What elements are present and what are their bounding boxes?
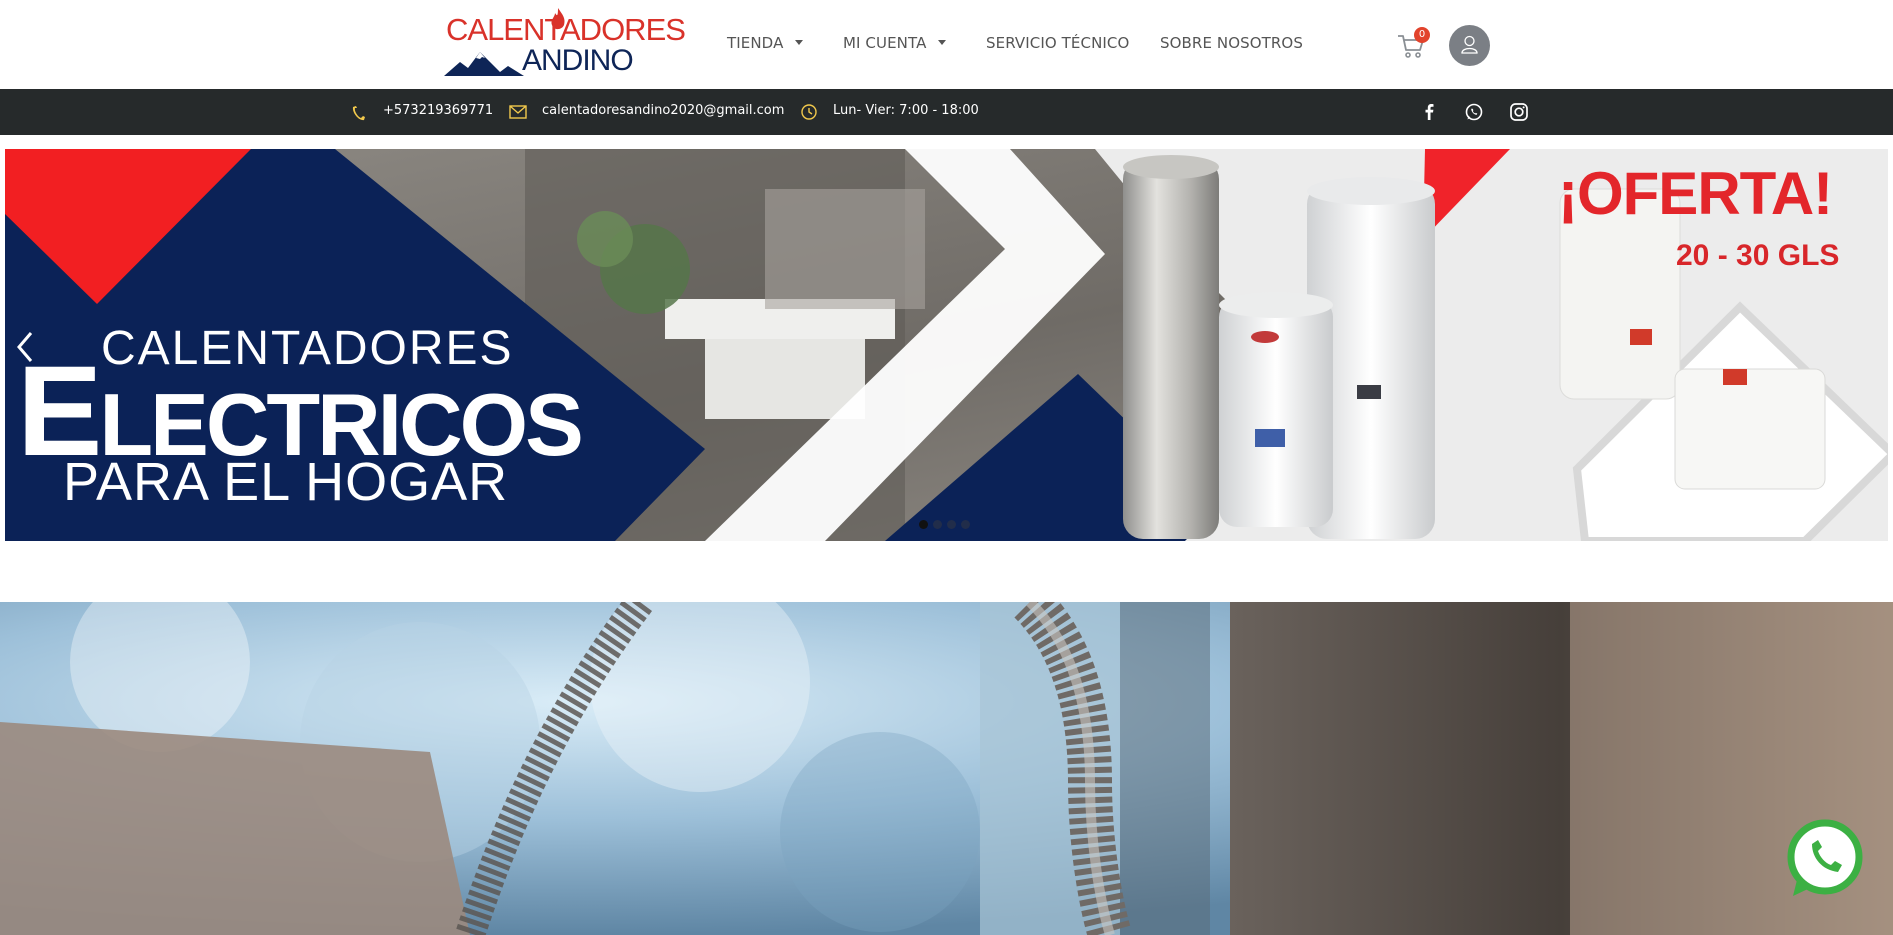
nav-item-servicio-tecnico[interactable]: SERVICIO TÉCNICO bbox=[986, 34, 1129, 52]
mountain-icon bbox=[444, 52, 524, 76]
brand-logo[interactable]: CALENTADORES ANDINO bbox=[444, 8, 686, 76]
nav-item-label: MI CUENTA bbox=[843, 34, 927, 52]
flame-icon bbox=[551, 8, 565, 30]
slider-dot[interactable] bbox=[961, 520, 970, 529]
nav-item-mi-cuenta[interactable]: MI CUENTA bbox=[843, 34, 947, 52]
nav-item-sobre-nosotros[interactable]: SOBRE NOSOTROS bbox=[1160, 34, 1303, 52]
hero-image bbox=[0, 602, 1893, 935]
nav-item-label: SERVICIO TÉCNICO bbox=[986, 34, 1130, 52]
contact-bar: +573219369771 calentadoresandino2020@gma… bbox=[0, 89, 1893, 135]
phone-icon bbox=[352, 106, 365, 121]
user-icon bbox=[1461, 35, 1478, 54]
clock-icon bbox=[801, 104, 817, 120]
facebook-icon[interactable] bbox=[1418, 101, 1440, 123]
banner-offer-subtitle: 20 - 30 GLS bbox=[1676, 239, 1840, 272]
slider-dot[interactable] bbox=[947, 520, 956, 529]
site-header: CALENTADORES ANDINO TIENDA MI CUENTA SER… bbox=[0, 0, 1893, 89]
account-button[interactable] bbox=[1449, 25, 1490, 66]
whatsapp-icon[interactable] bbox=[1463, 101, 1485, 123]
slider-dot[interactable] bbox=[919, 520, 928, 529]
banner-title-line-3: PARA EL HOGAR bbox=[63, 452, 509, 512]
logo-line-2: ANDINO bbox=[522, 44, 634, 77]
contact-email[interactable]: calentadoresandino2020@gmail.com bbox=[542, 103, 784, 118]
instagram-icon[interactable] bbox=[1508, 101, 1530, 123]
mail-icon bbox=[509, 105, 527, 119]
nav-item-label: TIENDA bbox=[727, 34, 784, 52]
chevron-down-icon bbox=[795, 40, 804, 45]
chevron-left-icon[interactable] bbox=[13, 329, 37, 365]
cart-count-badge: 0 bbox=[1414, 27, 1430, 43]
banner-offer: ¡OFERTA! bbox=[1558, 160, 1833, 227]
business-hours: Lun- Vier: 7:00 - 18:00 bbox=[833, 103, 979, 118]
nav-item-label: SOBRE NOSOTROS bbox=[1160, 34, 1303, 52]
hero-slider[interactable]: CALENTADORES ELECTRICOS PARA EL HOGAR ¡O… bbox=[5, 149, 1888, 541]
chevron-down-icon bbox=[938, 40, 947, 45]
contact-phone[interactable]: +573219369771 bbox=[383, 103, 493, 118]
faucet-photo bbox=[0, 602, 1893, 935]
nav-item-tienda[interactable]: TIENDA bbox=[727, 34, 804, 52]
whatsapp-float-icon[interactable] bbox=[1784, 818, 1866, 900]
slider-dot[interactable] bbox=[933, 520, 942, 529]
